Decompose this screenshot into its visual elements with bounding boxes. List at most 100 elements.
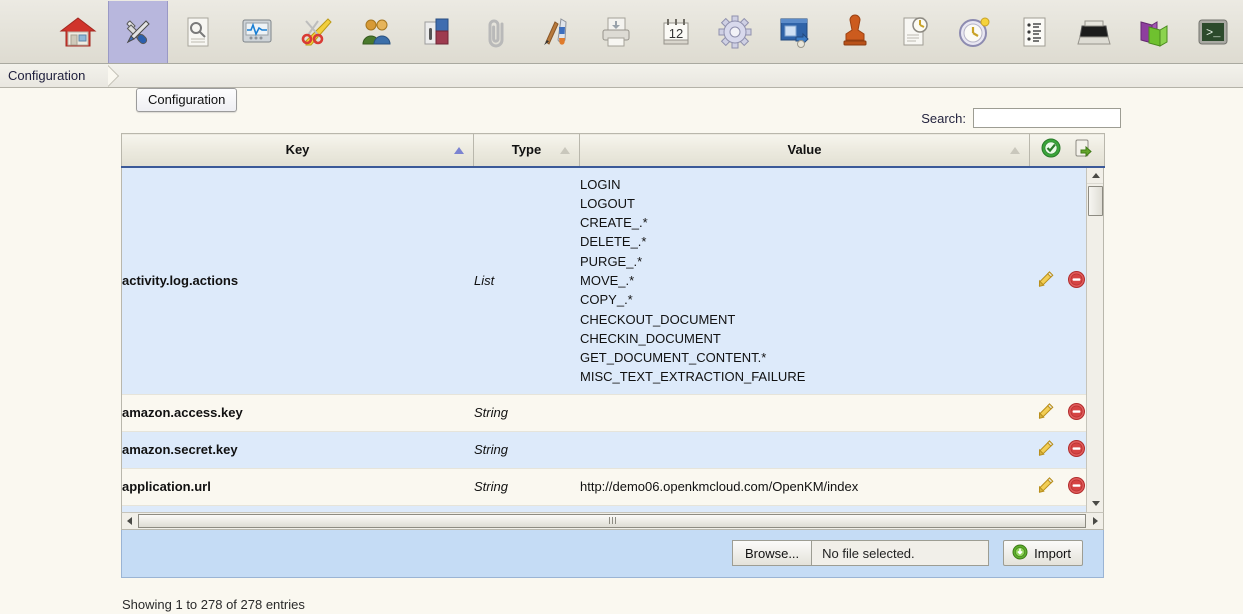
cell-key: activity.log.actions	[122, 167, 474, 395]
tools-icon	[119, 13, 157, 51]
vertical-scrollbar[interactable]	[1086, 167, 1103, 512]
main-toolbar: 12 >_	[0, 0, 1243, 64]
delete-icon[interactable]	[1067, 439, 1086, 461]
breadcrumb-separator-icon	[108, 63, 134, 88]
search-input[interactable]	[973, 108, 1121, 128]
delete-icon[interactable]	[1067, 270, 1086, 292]
scroll-down-icon[interactable]	[1087, 496, 1103, 512]
cell-value	[580, 394, 1030, 432]
svg-text:12: 12	[668, 26, 682, 41]
horizontal-scrollbar[interactable]	[121, 511, 1104, 530]
toolbar-item-workflow[interactable]	[287, 1, 347, 63]
search-label: Search:	[921, 110, 966, 126]
horizontal-scrollbar-thumb[interactable]	[138, 513, 1086, 528]
toolbar-item-scheduled-jobs[interactable]	[885, 1, 945, 63]
toolbar-item-printing[interactable]	[586, 1, 646, 63]
svg-text:>_: >_	[1206, 26, 1221, 40]
toolbar-item-scanner[interactable]	[1064, 1, 1124, 63]
toolbar-item-repository[interactable]	[765, 1, 825, 63]
toolbar-item-cron[interactable]	[944, 1, 1004, 63]
scanner-icon	[1075, 13, 1113, 51]
scroll-left-icon[interactable]	[122, 513, 137, 529]
entries-info: Showing 1 to 278 of 278 entries	[122, 597, 305, 612]
column-header-type-label: Type	[511, 142, 542, 158]
calendar-icon: 12	[657, 13, 695, 51]
monitor-icon	[238, 13, 276, 51]
import-button[interactable]: Import	[1003, 540, 1083, 566]
users-icon	[358, 13, 396, 51]
column-header-value[interactable]: Value	[579, 133, 1030, 168]
toolbar-item-users[interactable]	[347, 1, 407, 63]
tab-configuration[interactable]: Configuration	[136, 88, 238, 112]
scissors-ruler-icon	[298, 13, 336, 51]
stamp-icon	[836, 13, 874, 51]
edit-icon[interactable]	[1036, 439, 1055, 461]
toolbar-item-attachments[interactable]	[466, 1, 526, 63]
cell-type: String	[474, 468, 580, 506]
toolbar-item-home[interactable]	[48, 1, 108, 63]
toolbar-item-configuration[interactable]	[107, 0, 168, 63]
edit-icon[interactable]	[1036, 270, 1055, 292]
search-area: Search:	[921, 108, 1121, 128]
scrollbar-grip-icon	[608, 517, 616, 524]
delete-icon[interactable]	[1067, 402, 1086, 424]
toolbar-item-settings[interactable]	[705, 1, 765, 63]
browse-button[interactable]: Browse...	[732, 541, 813, 565]
import-panel: Browse... No file selected. Import	[121, 529, 1104, 578]
check-circle-icon[interactable]	[1041, 138, 1061, 161]
toolbar-item-customization[interactable]	[526, 1, 586, 63]
column-header-actions	[1029, 133, 1105, 168]
paintbrush-icon	[537, 13, 575, 51]
home-icon	[59, 13, 97, 51]
column-header-key[interactable]: Key	[121, 133, 474, 168]
clock-icon	[955, 13, 993, 51]
toolbar-item-activity-monitor[interactable]	[227, 1, 287, 63]
table-row[interactable]: activity.log.actions List LOGIN LOGOUT C…	[122, 167, 1103, 395]
delete-icon[interactable]	[1067, 476, 1086, 498]
toolbar-item-stamps[interactable]	[825, 1, 885, 63]
cell-type: String	[474, 394, 580, 432]
table-row[interactable]: amazon.access.key String	[122, 394, 1103, 432]
toolbar-item-calendar[interactable]: 12	[646, 1, 706, 63]
import-button-label: Import	[1034, 545, 1071, 561]
cell-type: String	[474, 431, 580, 469]
toolbar-item-reports[interactable]	[168, 1, 228, 63]
toolbar-item-mail-archive[interactable]	[407, 1, 467, 63]
cell-type: List	[474, 167, 580, 395]
breadcrumb: Configuration	[0, 64, 1243, 88]
selected-file-name: No file selected.	[822, 545, 915, 561]
column-header-type[interactable]: Type	[473, 133, 580, 168]
scroll-up-icon[interactable]	[1087, 168, 1103, 184]
books-icon	[1135, 13, 1173, 51]
breadcrumb-item-configuration[interactable]: Configuration	[0, 68, 85, 83]
table-header: Key Type Value	[121, 133, 1105, 168]
sort-ascending-icon[interactable]	[454, 146, 464, 154]
toolbar-item-language[interactable]	[1124, 1, 1184, 63]
table-row[interactable]: amazon.secret.key String	[122, 431, 1103, 469]
cell-key: amazon.access.key	[122, 394, 474, 432]
sort-none-icon[interactable]	[560, 146, 570, 154]
edit-icon[interactable]	[1036, 476, 1055, 498]
cell-key: amazon.secret.key	[122, 431, 474, 469]
sort-none-icon[interactable]	[1010, 146, 1020, 154]
vertical-scrollbar-thumb[interactable]	[1088, 185, 1103, 216]
report-icon	[179, 13, 217, 51]
table-body-scroll-area[interactable]: activity.log.actions List LOGIN LOGOUT C…	[121, 167, 1104, 512]
edit-icon[interactable]	[1036, 402, 1055, 424]
cell-value: LOGIN LOGOUT CREATE_.* DELETE_.* PURGE_.…	[580, 167, 1030, 395]
table-row[interactable]: application.url String http://demo06.ope…	[122, 468, 1103, 506]
column-header-key-label: Key	[285, 142, 310, 158]
gear-icon	[716, 13, 754, 51]
scroll-right-icon[interactable]	[1088, 513, 1103, 529]
export-icon[interactable]	[1073, 138, 1093, 161]
file-input[interactable]: Browse... No file selected.	[731, 540, 990, 566]
table-body: activity.log.actions List LOGIN LOGOUT C…	[122, 167, 1103, 512]
toolbar-item-console[interactable]: >_	[1183, 1, 1243, 63]
cell-value	[580, 431, 1030, 469]
toolbar-item-forms[interactable]	[1004, 1, 1064, 63]
cell-value: http://demo06.openkmcloud.com/OpenKM/ind…	[580, 468, 1030, 506]
column-header-value-label: Value	[787, 142, 822, 158]
list-form-icon	[1015, 13, 1053, 51]
terminal-icon: >_	[1194, 13, 1232, 51]
table-header-row: Key Type Value	[121, 133, 1105, 168]
